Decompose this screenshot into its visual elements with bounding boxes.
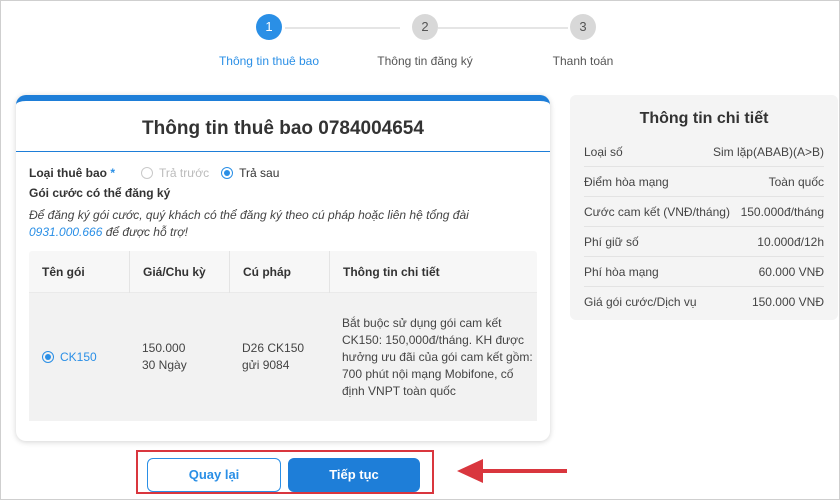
details-label: Cước cam kết (VNĐ/tháng)	[584, 204, 730, 219]
table-row[interactable]: CK150 150.000 30 Ngày D26 CK150 gửi 9084…	[29, 293, 537, 421]
details-row: Điểm hòa mạng Toàn quốc	[584, 167, 824, 197]
header-details: Thông tin chi tiết	[329, 250, 537, 293]
progress-stepper: 1 Thông tin thuê bao 2 Thông tin đăng ký…	[0, 0, 840, 90]
details-row: Phí hòa mạng 60.000 VNĐ	[584, 257, 824, 287]
package-name: CK150	[60, 350, 97, 364]
highlight-box: Quay lại Tiếp tục	[136, 450, 434, 494]
radio-button[interactable]	[141, 167, 153, 179]
step-number: 3	[570, 14, 596, 40]
radio-postpaid[interactable]: Trả sau	[221, 166, 279, 180]
continue-button[interactable]: Tiếp tục	[288, 458, 420, 492]
packages-table: Tên gói Giá/Chu kỳ Cú pháp Thông tin chi…	[29, 250, 537, 421]
details-value: 150.000đ/tháng	[740, 204, 824, 219]
details-panel: Thông tin chi tiết Loại số Sim lặp(ABAB)…	[570, 95, 838, 320]
hotline-link[interactable]: 0931.000.666	[29, 225, 102, 239]
step-3: 3 Thanh toán	[483, 14, 683, 68]
details-panel-title: Thông tin chi tiết	[639, 110, 769, 127]
details-label: Phí hòa mạng	[584, 264, 659, 279]
subscriber-info-card: Thông tin thuê bao 0784004654 Loại thuê …	[16, 95, 550, 441]
details-value: Sim lặp(ABAB)(A>B)	[712, 144, 824, 159]
details-row: Loại số Sim lặp(ABAB)(A>B)	[584, 137, 824, 167]
package-details: Bắt buộc sử dụng gói cam kết CK150: 150,…	[342, 315, 533, 398]
step-label: Thanh toán	[552, 54, 614, 68]
details-value: Toàn quốc	[768, 174, 824, 189]
details-label: Loại số	[584, 144, 623, 159]
back-button[interactable]: Quay lại	[147, 458, 281, 492]
step-number: 1	[256, 14, 282, 40]
radio-button[interactable]	[42, 351, 54, 363]
details-row: Giá gói cước/Dịch vụ 150.000 VNĐ	[584, 287, 824, 317]
header-price-cycle: Giá/Chu kỳ	[129, 250, 229, 293]
arrow-annotation-icon	[457, 459, 567, 483]
card-title: Thông tin thuê bao 0784004654	[16, 101, 550, 152]
subscriber-type-label: Loại thuê bao *	[29, 166, 116, 180]
details-label: Phí giữ số	[584, 234, 639, 249]
details-value: 60.000 VNĐ	[758, 264, 824, 279]
header-syntax: Cú pháp	[229, 250, 329, 293]
table-header: Tên gói Giá/Chu kỳ Cú pháp Thông tin chi…	[29, 250, 537, 293]
subscriber-type-row: Loại thuê bao * Trả trước Trả sau	[29, 162, 537, 184]
details-row: Phí giữ số 10.000đ/12h	[584, 227, 824, 257]
packages-title: Gói cước có thể đăng ký	[29, 186, 171, 200]
package-syntax: D26 CK150 gửi 9084	[242, 341, 305, 372]
details-value: 10.000đ/12h	[757, 234, 824, 249]
registration-note: Để đăng ký gói cước, quý khách có thể đă…	[29, 208, 469, 239]
details-label: Điểm hòa mạng	[584, 174, 669, 189]
details-label: Giá gói cước/Dịch vụ	[584, 295, 697, 309]
radio-button[interactable]	[221, 167, 234, 179]
details-value: 150.000 VNĐ	[751, 295, 824, 309]
radio-prepaid[interactable]: Trả trước	[141, 166, 209, 180]
step-number: 2	[412, 14, 438, 40]
package-price: 150.000 30 Ngày	[142, 341, 187, 372]
package-radio[interactable]: CK150	[42, 350, 129, 364]
header-package-name: Tên gói	[42, 264, 85, 279]
radio-label: Trả sau	[239, 166, 280, 180]
radio-label: Trả trước	[159, 166, 210, 180]
details-row: Cước cam kết (VNĐ/tháng) 150.000đ/tháng	[584, 197, 824, 227]
